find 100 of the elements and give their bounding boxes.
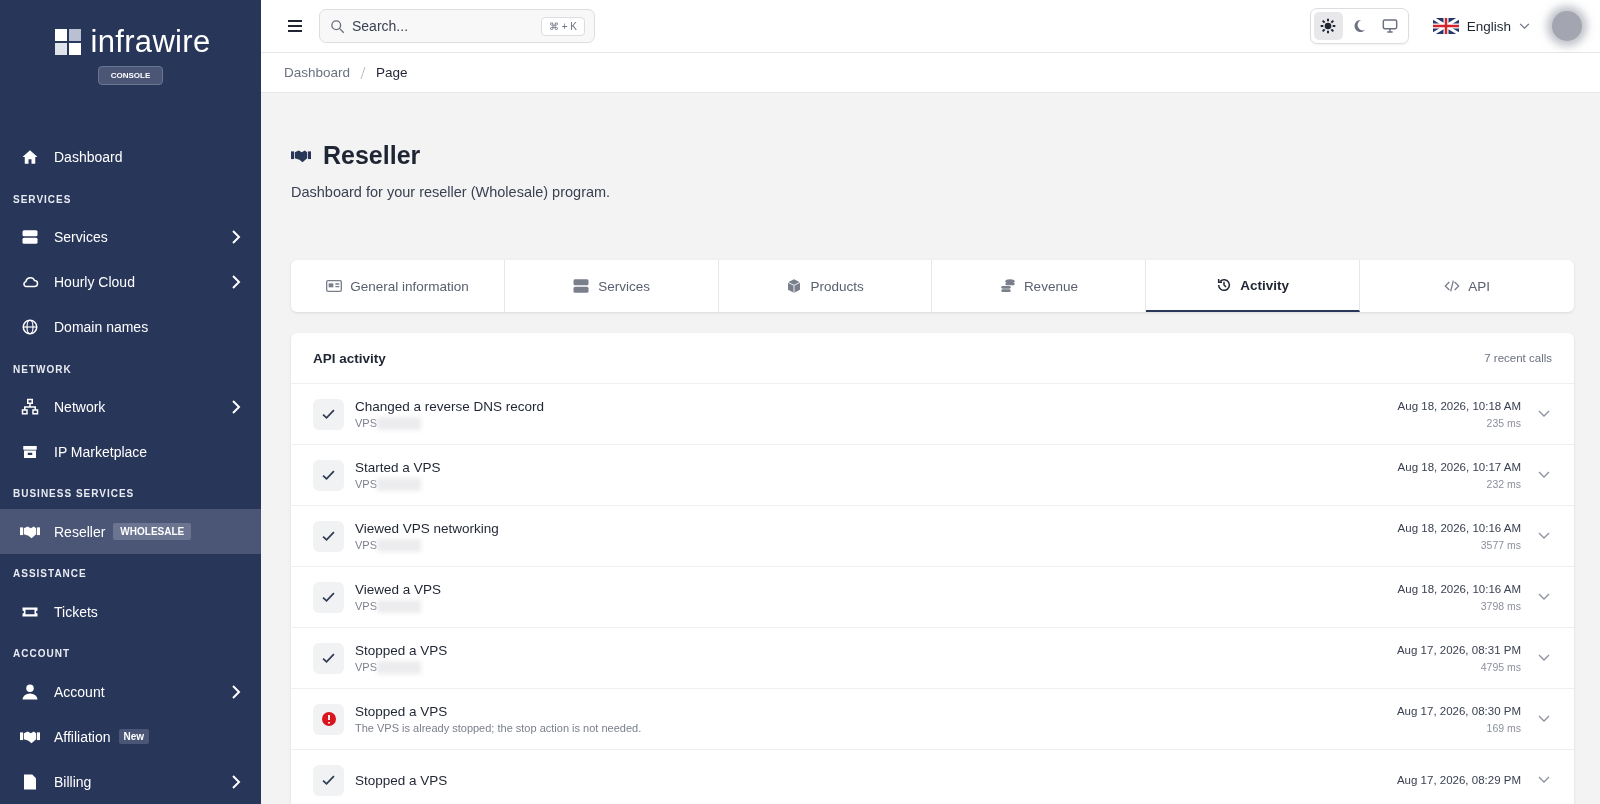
breadcrumb-link[interactable]: Dashboard [284, 65, 351, 80]
timestamp: Aug 18, 2026, 10:16 AM [1397, 521, 1521, 534]
section-heading: ACCOUNT [12, 647, 71, 662]
duration: 169 ms [1486, 721, 1521, 734]
console-badge: CONSOLE [97, 66, 164, 85]
row-title: Viewed a VPS [355, 581, 443, 597]
tab[interactable]: Revenue [932, 260, 1147, 312]
tab[interactable]: Services [504, 260, 719, 312]
sidebar-item-label: Account [54, 683, 105, 700]
shortcut-hint: ⌘ + K [540, 17, 585, 36]
coins-icon [999, 278, 1016, 294]
row-subtitle: VPS [355, 478, 377, 490]
row-subtitle: VPS [355, 661, 377, 673]
duration: 3798 ms [1480, 599, 1521, 612]
brand-name: infrawire [90, 24, 211, 60]
sidebar-item[interactable]: Dashboard [0, 135, 261, 180]
page-subtitle: Dashboard for your reseller (Wholesale) program. [291, 184, 612, 200]
breadcrumb-current: Page [376, 65, 408, 80]
sidebar-item-label: Services [54, 229, 108, 246]
breadcrumb-separator-icon [360, 66, 367, 79]
sidebar-item[interactable]: Affiliation New [0, 714, 261, 760]
chevron-down-icon [1538, 776, 1550, 784]
checkmark-icon [322, 409, 335, 419]
sidebar-item[interactable]: Network [0, 384, 261, 430]
home-icon [21, 148, 39, 167]
tab[interactable]: General information [291, 260, 505, 312]
sidebar-item[interactable]: IP Marketplace [0, 429, 261, 475]
menu-icon [287, 19, 303, 33]
checkmark-icon [322, 470, 335, 480]
sidebar-item[interactable]: Account [0, 669, 261, 715]
sidebar-item-label: Reseller [54, 523, 106, 540]
server-icon [21, 228, 39, 247]
timestamp: Aug 17, 2026, 08:31 PM [1396, 643, 1521, 656]
row-subtitle: VPS [355, 417, 377, 429]
item-badge: New [118, 729, 150, 745]
sidebar-item-label: Hourly Cloud [54, 274, 135, 291]
sidebar-item-label: Dashboard [54, 149, 123, 166]
user-icon [21, 682, 39, 701]
checkmark-icon [322, 592, 335, 602]
checkmark-icon [322, 775, 335, 785]
duration: 235 ms [1486, 416, 1521, 429]
sun-icon [1320, 18, 1337, 34]
sidebar-item[interactable]: Hourly Cloud [0, 259, 261, 305]
sidebar-item[interactable]: Services [0, 214, 261, 260]
history-icon [1216, 277, 1233, 293]
duration: 4795 ms [1480, 660, 1521, 673]
id-card-icon [326, 279, 343, 293]
chevron-down-icon [1538, 654, 1550, 662]
card-title: API activity [313, 350, 386, 366]
chevron-down-icon [1538, 715, 1550, 723]
chevron-down-icon [1538, 471, 1550, 479]
chevron-down-icon [1538, 532, 1550, 540]
server-icon [572, 277, 591, 295]
sidebar-item-label: IP Marketplace [54, 444, 148, 460]
sidebar-item-label: Network [54, 399, 106, 416]
section-heading: SERVICES [12, 192, 73, 207]
sidebar-item[interactable]: Billing [0, 759, 261, 804]
network-icon [21, 398, 39, 417]
row-subtitle: VPS [355, 600, 377, 612]
timestamp: Aug 18, 2026, 10:17 AM [1397, 460, 1521, 473]
row-title: Stopped a VPS [355, 704, 449, 719]
globe-icon [21, 318, 39, 337]
tab[interactable]: API [1360, 260, 1574, 312]
item-badge: WHOLESALE [113, 523, 192, 541]
error-icon [321, 712, 336, 726]
duration: 3577 ms [1480, 538, 1521, 551]
cube-icon [786, 278, 803, 294]
timestamp: Aug 17, 2026, 08:29 PM [1396, 774, 1521, 786]
sidebar-item[interactable]: Tickets [0, 589, 261, 635]
code-icon [1444, 278, 1461, 294]
duration: 232 ms [1486, 477, 1521, 490]
sidebar-item-label: Affiliation [54, 728, 111, 745]
row-subtitle: The VPS is already stopped; the stop action is not needed. [355, 722, 642, 734]
tab[interactable]: Products [718, 260, 933, 312]
store-icon [21, 443, 39, 461]
language-selector[interactable]: English [1426, 17, 1536, 35]
chevron-down-icon [1538, 410, 1550, 418]
sidebar-item-label: Tickets [54, 603, 98, 620]
section-heading: NETWORK [12, 362, 73, 377]
monitor-icon [1382, 18, 1399, 34]
sidebar-item-label: Domain names [54, 319, 149, 336]
call-count: 7 recent calls [1484, 352, 1552, 364]
chevron-down-icon [1519, 22, 1530, 30]
section-heading: ASSISTANCE [12, 567, 88, 582]
page-title: Reseller [323, 141, 421, 170]
sidebar-item[interactable]: Reseller WHOLESALE [0, 509, 261, 555]
sidebar-item-label: Billing [54, 773, 92, 790]
tab[interactable]: Activity [1146, 260, 1361, 312]
row-subtitle: VPS [355, 539, 377, 551]
row-title: Stopped a VPS [355, 772, 449, 788]
avatar[interactable] [1552, 11, 1582, 41]
checkmark-icon [322, 653, 335, 663]
search-icon [330, 19, 345, 34]
timestamp: Aug 18, 2026, 10:16 AM [1397, 582, 1521, 595]
menu-button[interactable] [287, 19, 303, 33]
theme-option[interactable] [1313, 12, 1343, 40]
document-icon [21, 772, 39, 791]
checkmark-icon [322, 531, 335, 541]
section-heading: BUSINESS SERVICES [12, 487, 136, 502]
sidebar-item[interactable]: Domain names [0, 304, 261, 350]
